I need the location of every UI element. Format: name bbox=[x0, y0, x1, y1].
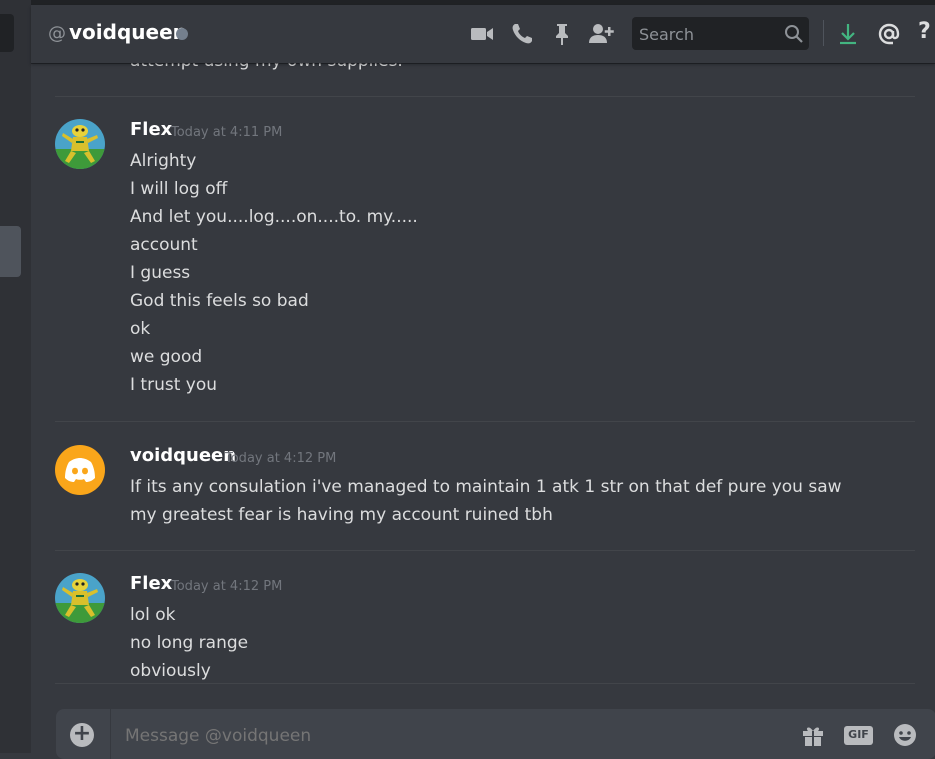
search-placeholder: Search bbox=[639, 25, 694, 44]
message-body: If its any consulation i've managed to m… bbox=[130, 473, 842, 529]
message-timestamp: Today at 4:12 PM bbox=[225, 451, 337, 466]
channel-sidebar-edge bbox=[0, 0, 31, 753]
add-attachment-button[interactable]: + bbox=[70, 721, 94, 747]
message-divider bbox=[55, 96, 915, 97]
message-author[interactable]: voidqueen bbox=[130, 445, 236, 466]
download-icon[interactable] bbox=[835, 21, 861, 47]
message-line: lol ok bbox=[130, 605, 176, 625]
offline-status-dot bbox=[176, 28, 188, 40]
sidebar-search-tab[interactable] bbox=[0, 14, 14, 52]
channel-header: @ voidqueen Search ? bbox=[31, 5, 935, 63]
message-line: Alrighty bbox=[130, 151, 197, 171]
message-timestamp: Today at 4:11 PM bbox=[171, 125, 283, 140]
message-composer: + GIF bbox=[56, 709, 935, 759]
message-timestamp: Today at 4:12 PM bbox=[171, 579, 283, 594]
message-author[interactable]: Flex bbox=[130, 119, 172, 140]
plus-icon: + bbox=[72, 721, 92, 746]
composer-divider-line bbox=[110, 709, 111, 759]
composer-area: + GIF bbox=[31, 683, 935, 759]
mentions-icon[interactable] bbox=[876, 21, 902, 47]
message-divider bbox=[55, 550, 915, 551]
discord-default-avatar[interactable] bbox=[55, 445, 105, 495]
frog-avatar[interactable] bbox=[55, 119, 105, 169]
pin-icon[interactable] bbox=[549, 21, 575, 47]
message-line: If its any consulation i've managed to m… bbox=[130, 477, 842, 497]
message-divider bbox=[55, 421, 915, 422]
message-line: obviously bbox=[130, 661, 211, 681]
message-line: my greatest fear is having my account ru… bbox=[130, 505, 553, 525]
message-line: I trust you bbox=[130, 375, 218, 395]
search-box[interactable]: Search bbox=[632, 17, 809, 50]
gif-label: GIF bbox=[848, 728, 869, 741]
message-input[interactable] bbox=[125, 726, 725, 746]
message-line: ok bbox=[130, 319, 151, 339]
magnifier-icon bbox=[784, 24, 804, 44]
message-line: And let you....log....on....to. my..... bbox=[130, 207, 418, 227]
message-line: I will log off bbox=[130, 179, 228, 199]
video-call-icon[interactable] bbox=[469, 21, 495, 47]
composer-divider bbox=[55, 683, 915, 684]
voice-call-icon[interactable] bbox=[509, 21, 535, 47]
message-body: lol ok no long range obviously bbox=[130, 601, 248, 683]
message-line: I guess bbox=[130, 263, 191, 283]
help-icon[interactable]: ? bbox=[918, 19, 931, 44]
partial-message-line: attempt using my own supplies. bbox=[130, 63, 403, 71]
frog-avatar[interactable] bbox=[55, 573, 105, 623]
message-body: Alrighty I will log off And let you....l… bbox=[130, 147, 418, 399]
emoji-icon[interactable] bbox=[892, 722, 918, 748]
sidebar-selected-item[interactable] bbox=[0, 226, 21, 277]
header-divider bbox=[823, 20, 824, 46]
message-line: God this feels so bad bbox=[130, 291, 309, 311]
message-author[interactable]: Flex bbox=[130, 573, 172, 594]
message-line: we good bbox=[130, 347, 203, 367]
channel-title: voidqueen bbox=[69, 20, 187, 44]
gif-button[interactable]: GIF bbox=[844, 726, 873, 745]
gift-icon[interactable] bbox=[800, 722, 826, 748]
message-list[interactable]: attempt using my own supplies. Flex Toda… bbox=[31, 63, 935, 683]
add-friend-icon[interactable] bbox=[588, 21, 614, 47]
message-line: no long range bbox=[130, 633, 249, 653]
at-icon: @ bbox=[48, 23, 66, 44]
message-line: account bbox=[130, 235, 198, 255]
